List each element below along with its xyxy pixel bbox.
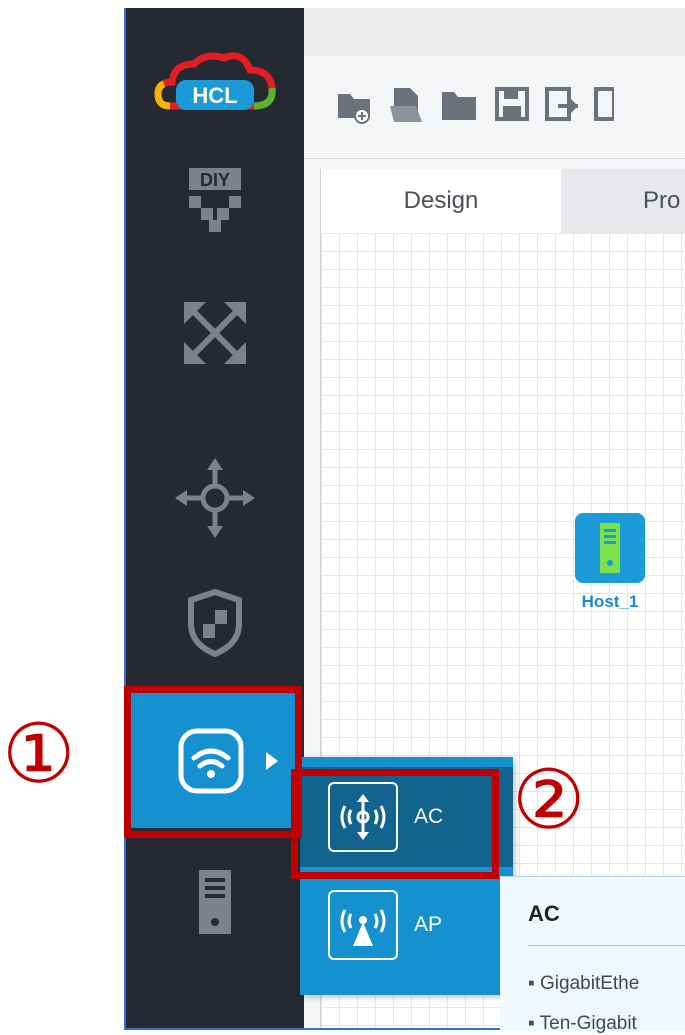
- toolbar: [304, 56, 685, 159]
- tooltip-line: ▪ Ten-Gigabit: [528, 1013, 637, 1034]
- open-folder-icon[interactable]: [440, 88, 478, 122]
- wifi-icon: [178, 728, 244, 794]
- tooltip-line-text: Ten-Gigabit: [539, 1013, 637, 1034]
- sidebar: HCL DIY: [126, 8, 304, 1028]
- host-icon: [575, 513, 645, 583]
- wireless-submenu: AC AP: [300, 757, 513, 995]
- sidebar-item-server[interactable]: [126, 868, 304, 938]
- sidebar-item-topology[interactable]: [126, 298, 304, 368]
- ap-icon: [328, 890, 398, 960]
- menu-item-ac[interactable]: AC: [300, 767, 513, 867]
- device-host[interactable]: Host_1: [570, 513, 650, 612]
- chevron-right-icon: [266, 752, 278, 770]
- sidebar-item-security[interactable]: [126, 588, 304, 658]
- tab-design[interactable]: Design: [321, 169, 562, 233]
- new-folder-icon[interactable]: [336, 88, 372, 124]
- tooltip-line-text: GigabitEthe: [540, 973, 640, 994]
- title-strip: [304, 8, 685, 56]
- sidebar-item-diy[interactable]: DIY: [126, 168, 304, 258]
- server-icon: [199, 870, 231, 934]
- tab-properties[interactable]: Pro: [561, 169, 685, 233]
- device-label: Host_1: [581, 592, 639, 611]
- menu-item-ac-label: AC: [414, 805, 444, 828]
- export-icon[interactable]: [544, 86, 580, 122]
- tab-bar: Design Pro: [320, 169, 685, 233]
- menu-item-ap-label: AP: [414, 913, 443, 936]
- save-icon[interactable]: [494, 86, 530, 122]
- tooltip-line: ▪ GigabitEthe: [528, 973, 640, 994]
- callout-number-2: ②: [512, 753, 586, 848]
- sidebar-item-move[interactable]: [126, 458, 304, 538]
- hcl-logo: HCL: [126, 48, 304, 118]
- open-file-icon[interactable]: [388, 86, 424, 124]
- move-icon: [175, 458, 255, 538]
- ac-icon: [328, 782, 398, 852]
- device-tooltip: AC ▪ GigabitEthe ▪ Ten-Gigabit: [500, 876, 685, 1034]
- sidebar-item-wireless[interactable]: [126, 688, 296, 828]
- svg-text:DIY: DIY: [200, 170, 230, 190]
- tooltip-title: AC: [528, 901, 560, 926]
- callout-number-1: ①: [2, 707, 76, 802]
- logo-text: HCL: [192, 83, 237, 108]
- more-icon[interactable]: [594, 86, 614, 122]
- menu-item-ap[interactable]: AP: [300, 875, 513, 975]
- shield-icon: [188, 588, 242, 658]
- diy-icon: DIY: [189, 168, 241, 232]
- tooltip-divider: [528, 945, 685, 946]
- topology-arrows-icon: [184, 302, 246, 364]
